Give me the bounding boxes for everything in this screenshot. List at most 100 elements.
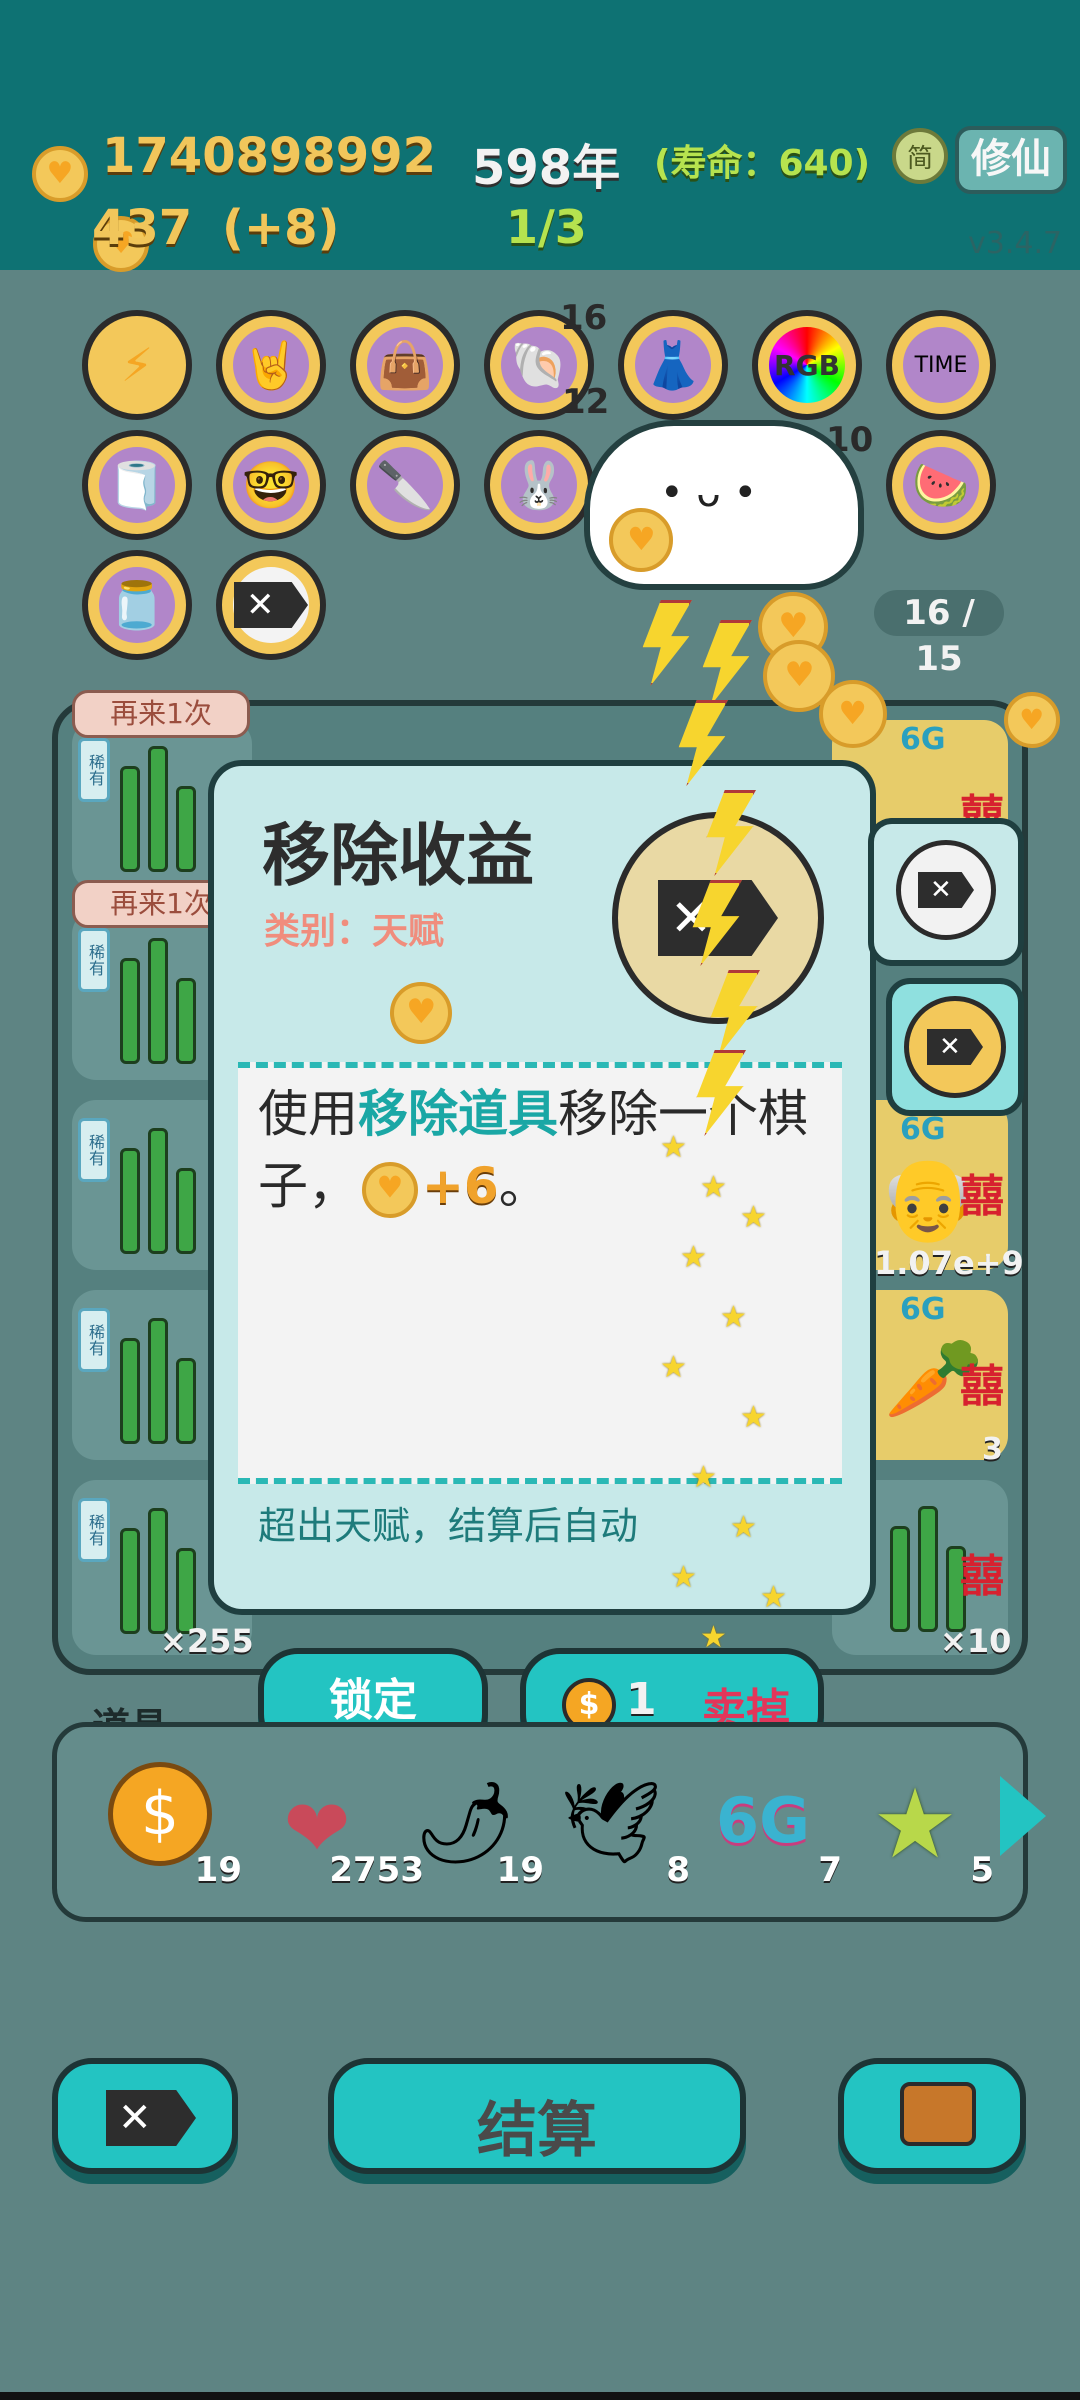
slot-lightning[interactable]: ⚡ xyxy=(82,310,192,420)
flying-coin-icon xyxy=(818,680,887,748)
cell-badge: 6G xyxy=(900,722,946,757)
sell-cost: 1 xyxy=(626,1674,657,1725)
again-bubble: 再来1次 xyxy=(72,690,250,738)
slot-bag[interactable]: 👜 xyxy=(350,310,460,420)
lightning-bolt-icon xyxy=(642,600,692,686)
star-particle-icon: ★ xyxy=(660,1130,687,1165)
bottom-edge xyxy=(0,2392,1080,2400)
remove-tag-icon: ✕ xyxy=(234,582,308,628)
simplified-mode-icon[interactable]: 简 xyxy=(892,128,948,184)
backpack-button[interactable] xyxy=(838,2058,1026,2174)
heart-coin-icon xyxy=(362,1161,418,1218)
star-particle-icon: ★ xyxy=(700,1170,727,1205)
cell-count: ×255 xyxy=(160,1622,254,1660)
slot-count: 16 xyxy=(560,298,608,338)
remove-tag-icon: ✕ xyxy=(927,1029,983,1065)
double-happiness-icon: 囍 xyxy=(960,1171,1004,1222)
settle-button[interactable]: 结算 xyxy=(328,2058,746,2174)
lifespan: (寿命：640) xyxy=(654,143,871,184)
remove-side-icon: ✕ xyxy=(904,996,1006,1098)
flying-coin-icon xyxy=(609,508,674,572)
double-happiness-icon: 囍 xyxy=(960,1361,1004,1412)
star-particle-icon: ★ xyxy=(760,1580,787,1615)
star-particle-icon: ★ xyxy=(680,1240,707,1275)
star-particle-icon: ★ xyxy=(720,1300,747,1335)
star-particle-icon: ★ xyxy=(730,1510,757,1545)
slot-bunny[interactable]: 🐰 xyxy=(484,430,594,540)
rarity-tag: 稀有 xyxy=(78,1498,110,1562)
cell-badge: 6G xyxy=(900,1292,946,1327)
scholar-icon: 🤓 xyxy=(242,457,300,512)
remove-side-button[interactable]: ✕ xyxy=(868,818,1024,966)
slot-fruit[interactable]: 🍉 xyxy=(886,430,996,540)
cell-count: ×10 xyxy=(940,1622,1012,1660)
remove-tag-icon: ✕ xyxy=(918,872,974,908)
star-particle-icon: ★ xyxy=(740,1400,767,1435)
tool-count: 5 xyxy=(970,1850,994,1890)
remove-tag-icon: ✕ xyxy=(106,2090,196,2146)
secondary-delta: (+8) xyxy=(222,200,340,256)
star-particle-icon: ★ xyxy=(670,1560,697,1595)
star-particle-icon: ★ xyxy=(660,1350,687,1385)
slot-scholar[interactable]: 🤓 xyxy=(216,430,326,540)
slot-skirt[interactable]: 👗 xyxy=(618,310,728,420)
slot-rock-hand[interactable]: 🤘 xyxy=(216,310,326,420)
description-text: 使用移除道具移除一个棋子，+6。 xyxy=(258,1078,818,1222)
dove-icon: 🕊 xyxy=(560,1776,662,1869)
tool-item[interactable]: $19 xyxy=(108,1762,242,1890)
bunny-icon: 🐰 xyxy=(510,457,568,512)
cell-badge: 6G xyxy=(900,1112,946,1147)
lightning-icon: ⚡ xyxy=(120,338,154,392)
tool-count: 8 xyxy=(666,1850,690,1890)
slot-remove[interactable]: ✕ xyxy=(216,550,326,660)
lightning-bolt-icon xyxy=(702,620,752,706)
tool-count: 19 xyxy=(194,1850,242,1890)
slot-time[interactable]: TIME xyxy=(886,310,996,420)
desc-highlight: 移除道具 xyxy=(358,1085,558,1143)
bamboo-icon xyxy=(890,1506,970,1632)
secondary-coins: 437 xyxy=(92,200,193,256)
slot-cleaver[interactable]: 🔪 xyxy=(350,430,460,540)
shell-icon: 🐚 xyxy=(510,337,568,392)
briefcase-icon xyxy=(900,2082,976,2146)
mode-icon-char: 简 xyxy=(906,143,933,174)
tissue-box-icon: 🧻 xyxy=(108,457,166,512)
version-label: v3.4.7 xyxy=(968,226,1063,261)
cloud-face-icon: • ᴗ • xyxy=(660,470,758,516)
remove-side-icon: ✕ xyxy=(896,840,996,940)
tool-item[interactable]: 6G 7 xyxy=(708,1762,842,1890)
slot-counter: 16 / 15 xyxy=(874,590,1004,679)
star-particle-icon: ★ xyxy=(740,1200,767,1235)
rarity-tag: 稀有 xyxy=(78,1118,110,1182)
remove-side-button-active[interactable]: ✕ xyxy=(886,978,1024,1116)
slot-jar[interactable]: 🫙 xyxy=(82,550,192,660)
tool-count: 7 xyxy=(818,1850,842,1890)
rarity-tag: 稀有 xyxy=(78,1308,110,1372)
popup-footer: 超出天赋，结算后自动 xyxy=(258,1504,639,1548)
slot-tissue[interactable]: 🧻 xyxy=(82,430,192,540)
tool-item[interactable]: 🕊 8 xyxy=(556,1762,690,1890)
xiuxian-button[interactable]: 修仙 xyxy=(955,126,1067,194)
bamboo-icon xyxy=(120,746,200,872)
popup-category: 类别：天赋 xyxy=(264,911,445,952)
coin-total: 1740898992 xyxy=(102,128,436,184)
tool-item[interactable]: 🌶 19 xyxy=(410,1762,544,1890)
time-icon: TIME xyxy=(914,352,968,378)
cleaver-icon: 🔪 xyxy=(376,457,434,512)
bamboo-icon xyxy=(120,1128,200,1254)
tool-item[interactable]: ★ 5 xyxy=(860,1762,994,1890)
desc-end: 。 xyxy=(498,1157,549,1215)
desc-pre: 使用 xyxy=(258,1085,358,1143)
scroll-right-arrow-icon[interactable] xyxy=(1000,1776,1046,1856)
remove-button[interactable]: ✕ xyxy=(52,2058,238,2174)
bamboo-icon xyxy=(120,1318,200,1444)
6g-icon: 6G xyxy=(715,1784,811,1857)
bamboo-icon xyxy=(120,1508,200,1634)
slot-rgb[interactable]: RGB xyxy=(752,310,862,420)
skirt-icon: 👗 xyxy=(644,337,702,392)
bag-icon: 👜 xyxy=(376,337,434,392)
rock-hand-icon: 🤘 xyxy=(242,337,300,392)
tool-item[interactable]: ❤ 2753 xyxy=(262,1762,424,1890)
popup-title: 移除收益 xyxy=(262,817,535,896)
fruit-icon: 🍉 xyxy=(912,457,970,512)
